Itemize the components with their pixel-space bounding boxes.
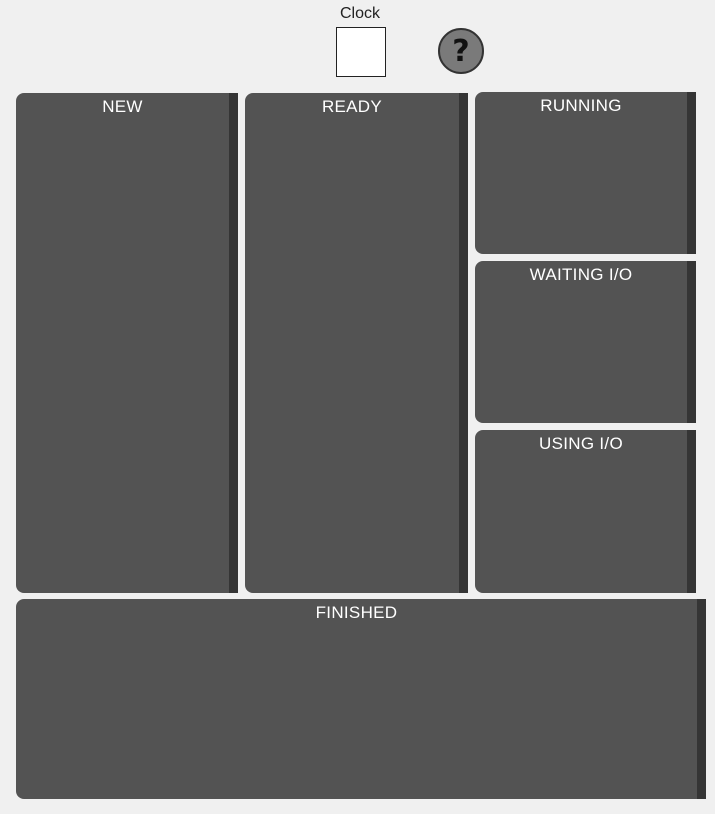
clock-label: Clock [339,5,380,22]
new-queue-scrollbar[interactable] [229,93,238,593]
ready-queue-panel[interactable]: READY [245,93,468,593]
ready-queue-scrollbar[interactable] [459,93,468,593]
finished-panel[interactable]: FINISHED [16,599,706,799]
running-title: RUNNING [540,96,622,115]
running-panel[interactable]: RUNNING [475,92,696,254]
finished-title: FINISHED [315,603,398,622]
using-io-panel[interactable]: USING I/O [475,430,696,593]
waiting-io-scrollbar[interactable] [687,261,696,423]
help-button[interactable]: ? [438,28,484,74]
new-queue-title: NEW [102,97,143,116]
clock-display [336,27,386,77]
ready-queue-title: READY [321,97,383,116]
waiting-io-title: WAITING I/O [529,265,633,284]
new-queue-panel[interactable]: NEW [16,93,238,593]
finished-scrollbar[interactable] [697,599,706,799]
running-scrollbar[interactable] [687,92,696,254]
using-io-scrollbar[interactable] [687,430,696,593]
question-mark-icon: ? [452,33,470,69]
process-scheduler-page: Clock ? NEW READY RUNNING WAITING I/O US… [0,0,715,814]
waiting-io-panel[interactable]: WAITING I/O [475,261,696,423]
using-io-title: USING I/O [539,434,623,453]
